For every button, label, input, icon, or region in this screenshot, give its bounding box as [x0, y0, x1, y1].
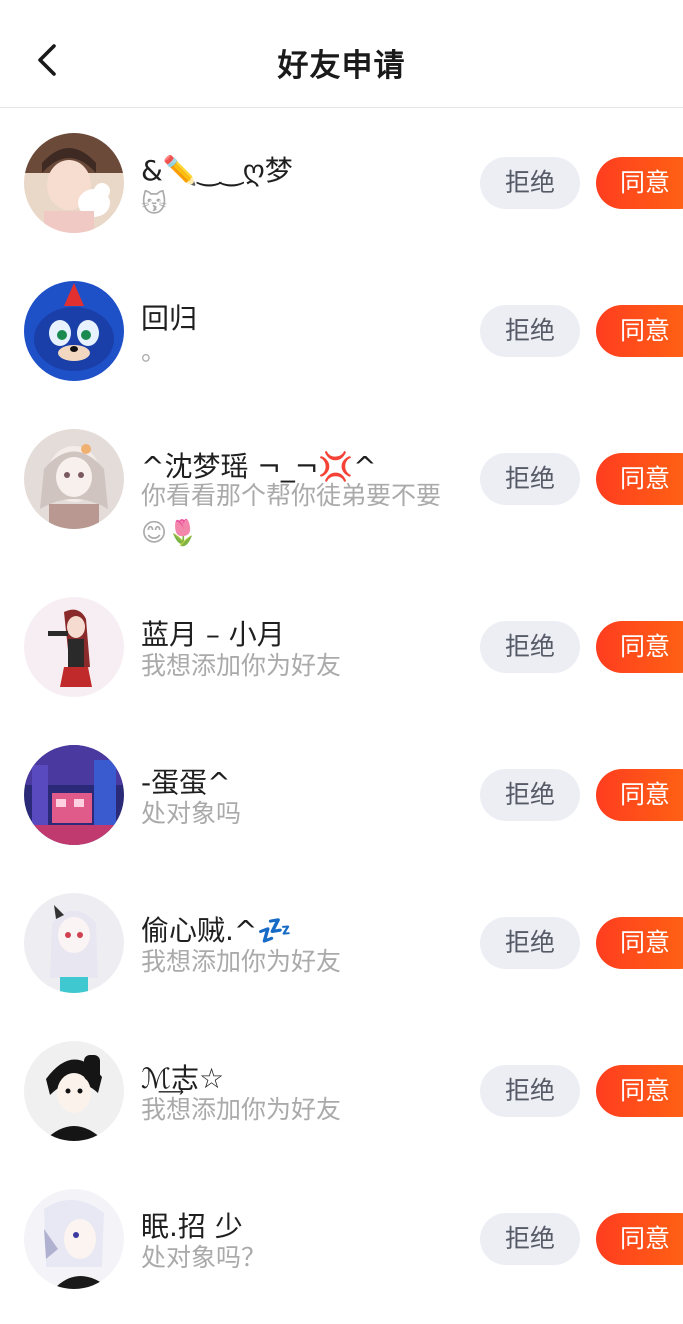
- avatar: [24, 429, 124, 529]
- request-name: 回归: [141, 302, 198, 335]
- accept-button[interactable]: 同意: [596, 1213, 683, 1265]
- accept-button[interactable]: 同意: [596, 453, 683, 505]
- request-message: 处对象吗: [141, 799, 242, 828]
- friend-request-row: 偷心贼.^💤 我想添加你为好友 拒绝 同意: [0, 871, 683, 1019]
- reject-button[interactable]: 拒绝: [480, 1065, 580, 1117]
- avatar: [24, 281, 124, 381]
- request-message: 我想添加你为好友: [141, 947, 342, 976]
- friend-request-row: 回归 。 拒绝 同意: [0, 257, 683, 405]
- accept-button[interactable]: 同意: [596, 305, 683, 357]
- reject-button[interactable]: 拒绝: [480, 621, 580, 673]
- page-title: 好友申请: [277, 48, 406, 84]
- avatar: [24, 893, 124, 993]
- avatar: [24, 1189, 124, 1289]
- reject-button[interactable]: 拒绝: [480, 453, 580, 505]
- friend-request-row: -蛋蛋^ 处对象吗 拒绝 同意: [0, 723, 683, 871]
- request-message: 。: [141, 337, 167, 366]
- reject-button[interactable]: 拒绝: [480, 1213, 580, 1265]
- avatar: [24, 597, 124, 697]
- request-message: 我想添加你为好友: [141, 1095, 342, 1124]
- friend-request-row: ℳ͢志☆ 我想添加你为好友 拒绝 同意: [0, 1019, 683, 1167]
- accept-button[interactable]: 同意: [596, 1065, 683, 1117]
- reject-button[interactable]: 拒绝: [480, 917, 580, 969]
- accept-button[interactable]: 同意: [596, 917, 683, 969]
- friend-request-row: &✏️‿‿ღ梦 😽 拒绝 同意: [0, 109, 683, 257]
- friend-request-list: &✏️‿‿ღ梦 😽 拒绝 同意 回归 。 拒绝 同意 ^沈梦瑶 ¬_¬💢^ 你看…: [0, 109, 683, 1315]
- friend-request-row: ^沈梦瑶 ¬_¬💢^ 你看看那个帮你徒弟要不要😊🌷 拒绝 同意: [0, 405, 683, 575]
- accept-button[interactable]: 同意: [596, 621, 683, 673]
- avatar: [24, 133, 124, 233]
- friend-request-row: 眠.招 少 处对象吗？ 拒绝 同意: [0, 1167, 683, 1315]
- reject-button[interactable]: 拒绝: [480, 157, 580, 209]
- avatar: [24, 745, 124, 845]
- accept-button[interactable]: 同意: [596, 769, 683, 821]
- request-message: 处对象吗？: [141, 1243, 267, 1272]
- request-message: 我想添加你为好友: [141, 651, 342, 680]
- request-message: 你看看那个帮你徒弟要不要😊🌷: [141, 481, 442, 547]
- request-message: 😽: [141, 189, 168, 218]
- accept-button[interactable]: 同意: [596, 157, 683, 209]
- reject-button[interactable]: 拒绝: [480, 769, 580, 821]
- reject-button[interactable]: 拒绝: [480, 305, 580, 357]
- friend-request-row: 蓝月 – 小月 我想添加你为好友 拒绝 同意: [0, 575, 683, 723]
- request-name: &✏️‿‿ღ梦: [141, 154, 293, 187]
- top-bar: 好友申请: [0, 0, 683, 108]
- avatar: [24, 1041, 124, 1141]
